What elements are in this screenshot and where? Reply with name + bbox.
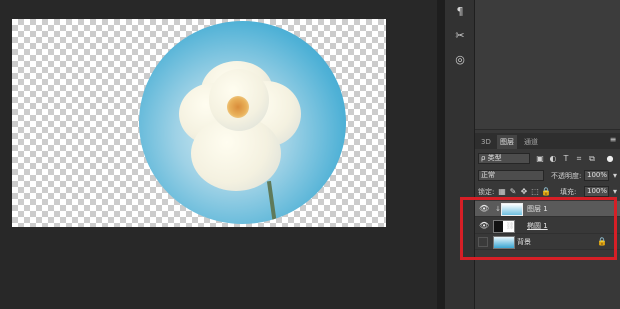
document-canvas[interactable] <box>12 19 386 227</box>
blend-row: 正常 不透明度: 100% ▾ <box>475 169 620 183</box>
filter-pixel-icon[interactable]: ▣ <box>535 154 545 164</box>
lock-label: 锁定: <box>478 188 495 196</box>
panel-tabs: 3D 图层 通道 ≡ <box>475 133 620 149</box>
filter-type-icon[interactable]: T <box>561 154 571 164</box>
lock-transparent-icon[interactable]: ▦ <box>497 187 507 197</box>
fill-input[interactable]: 100% <box>584 186 609 197</box>
circular-flower-photo <box>139 21 346 224</box>
filter-shape-icon[interactable]: ⌗ <box>574 154 584 164</box>
lock-artboard-icon[interactable]: ⬚ <box>530 187 540 197</box>
lock-all-icon[interactable]: 🔒 <box>541 187 551 197</box>
blend-mode-select[interactable]: 正常 <box>478 170 544 181</box>
panel-upper-area <box>475 0 620 130</box>
red-highlight-box <box>460 197 617 260</box>
collapsed-panel-strip: ¶ ✂ ◎ <box>445 0 475 309</box>
paragraph-icon[interactable]: ¶ <box>451 3 469 21</box>
fill-chevron-icon[interactable]: ▾ <box>610 187 620 197</box>
tab-channels[interactable]: 通道 <box>521 135 541 149</box>
tab-layers[interactable]: 图层 <box>497 135 517 149</box>
tab-3d[interactable]: 3D <box>478 135 494 149</box>
opacity-label: 不透明度: <box>551 172 582 180</box>
opacity-chevron-icon[interactable]: ▾ <box>610 171 620 181</box>
lock-position-icon[interactable]: ✥ <box>519 187 529 197</box>
layer-filter-row: ρ 类型 ▣ ◐ T ⌗ ⧉ ● <box>475 152 620 166</box>
filter-kind-select[interactable]: ρ 类型 <box>478 153 530 164</box>
lock-image-icon[interactable]: ✎ <box>508 187 518 197</box>
fill-label: 填充: <box>560 188 577 196</box>
filter-smart-object-icon[interactable]: ⧉ <box>587 154 597 164</box>
panel-divider[interactable] <box>437 0 445 309</box>
panel-menu-icon[interactable]: ≡ <box>608 135 618 145</box>
canvas-workspace[interactable] <box>0 0 437 309</box>
flower-center <box>227 96 249 118</box>
3d-object-icon[interactable]: ◎ <box>451 51 469 69</box>
filter-toggle-icon[interactable]: ● <box>605 154 615 164</box>
flower-stem <box>266 180 278 224</box>
filter-adjustment-icon[interactable]: ◐ <box>548 154 558 164</box>
layers-panel: 3D 图层 通道 ≡ ρ 类型 ▣ ◐ T ⌗ ⧉ ● 正常 不透明度: 100… <box>475 0 620 309</box>
tools-icon[interactable]: ✂ <box>451 27 469 45</box>
opacity-input[interactable]: 100% <box>584 170 609 181</box>
